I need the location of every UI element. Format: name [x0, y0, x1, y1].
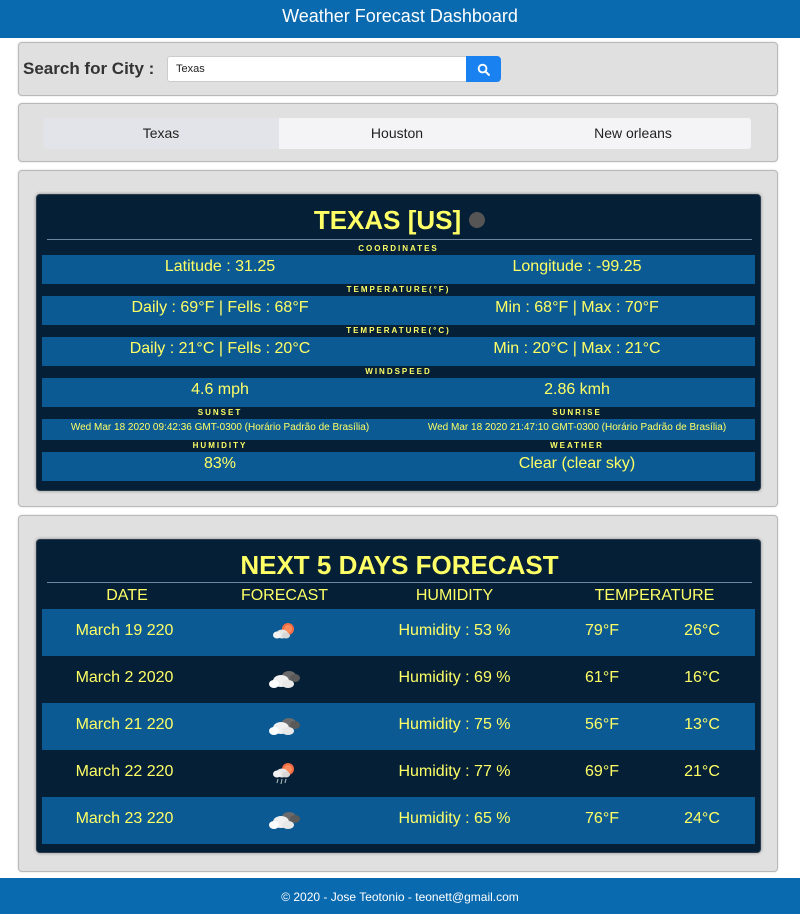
weather-label: WEATHER: [550, 441, 604, 450]
forecast-row: March 23 220 Humidity : 65 % 76°F 24°C: [42, 797, 755, 844]
forecast-temp-c: 24°C: [684, 810, 720, 827]
forecast-temp-c: 16°C: [684, 669, 720, 686]
city-title: TEXAS [US]: [47, 205, 752, 236]
footer-text: © 2020 - Jose Teotonio - teonett@gmail.c…: [281, 890, 519, 904]
forecast-humidity: Humidity : 53 %: [398, 622, 511, 639]
footer: © 2020 - Jose Teotonio - teonett@gmail.c…: [0, 878, 800, 914]
forecast-date: March 23 220: [75, 810, 174, 827]
forecast-date: March 19 220: [75, 622, 174, 639]
temperature-c-row: Daily : 21°C | Fells : 20°C Min : 20°C |…: [42, 337, 755, 366]
city-tabs-panel: Texas Houston New orleans: [18, 103, 778, 162]
temperature-f-minmax: Min : 68°F | Max : 70°F: [495, 299, 659, 316]
forecast-humidity: Humidity : 75 %: [398, 716, 511, 733]
forecast-card: NEXT 5 DAYS FORECAST DATE FORECAST HUMID…: [36, 539, 761, 853]
temperature-f-daily: Daily : 69°F | Fells : 68°F: [131, 299, 309, 316]
tab-texas[interactable]: Texas: [43, 118, 279, 149]
sunrise-value: Wed Mar 18 2020 21:47:10 GMT-0300 (Horár…: [427, 422, 727, 433]
forecast-temp-c: 26°C: [684, 622, 720, 639]
coordinates-label: COORDINATES: [358, 244, 439, 253]
forecast-temp-f: 76°F: [585, 810, 619, 827]
moon-icon: [469, 212, 486, 229]
sunrise-label: SUNRISE: [552, 408, 602, 417]
forecast-title: NEXT 5 DAYS FORECAST: [240, 550, 559, 580]
temperature-f-label: TEMPERATURE(°F): [346, 285, 451, 294]
page-title: Weather Forecast Dashboard: [282, 6, 518, 26]
humidity-label: HUMIDITY: [192, 441, 248, 450]
forecast-row: March 2 2020 Humidity : 69 % 61°F 16°C: [42, 656, 755, 703]
search-icon: [477, 63, 490, 76]
search-input[interactable]: [167, 56, 467, 82]
current-weather-card: TEXAS [US] COORDINATES Latitude : 31.25 …: [36, 194, 761, 491]
longitude-value: Longitude : -99.25: [512, 258, 642, 275]
search-button[interactable]: [466, 56, 501, 82]
cloudy-icon: [269, 671, 300, 688]
latitude-value: Latitude : 31.25: [164, 258, 276, 275]
forecast-temp-c: 21°C: [684, 763, 720, 780]
forecast-row: March 22 220 Humidity : 77 % 69°F 21°C: [42, 750, 755, 797]
forecast-temp-c: 13°C: [684, 716, 720, 733]
column-header-date: DATE: [106, 587, 148, 604]
forecast-humidity: Humidity : 65 %: [398, 810, 511, 827]
forecast-row: March 21 220 Humidity : 75 % 56°F 13°C: [42, 703, 755, 750]
column-header-forecast: FORECAST: [240, 587, 329, 604]
forecast-date: March 22 220: [75, 763, 174, 780]
coordinates-row: Latitude : 31.25 Longitude : -99.25: [42, 255, 755, 284]
sunset-value: Wed Mar 18 2020 09:42:36 GMT-0300 (Horár…: [70, 422, 370, 433]
tab-houston[interactable]: Houston: [279, 118, 515, 149]
forecast-panel: NEXT 5 DAYS FORECAST DATE FORECAST HUMID…: [18, 515, 778, 872]
divider: [47, 239, 752, 240]
temperature-f-row: Daily : 69°F | Fells : 68°F Min : 68°F |…: [42, 296, 755, 325]
forecast-temp-f: 56°F: [585, 716, 619, 733]
sunset-label: SUNSET: [197, 408, 243, 417]
column-header-temperature: TEMPERATURE: [594, 587, 715, 604]
column-header-humidity: HUMIDITY: [415, 587, 494, 604]
divider: [47, 582, 752, 583]
search-label: Search for City :: [23, 59, 155, 78]
forecast-date: March 21 220: [75, 716, 174, 733]
windspeed-kmh: 2.86 kmh: [544, 381, 610, 398]
humidity-weather-row: 83% Clear (clear sky): [42, 452, 755, 481]
sun-cloud-icon: [273, 623, 294, 639]
windspeed-row: 4.6 mph 2.86 kmh: [42, 378, 755, 407]
forecast-temp-f: 61°F: [585, 669, 619, 686]
windspeed-mph: 4.6 mph: [191, 381, 249, 398]
sun-times-row: Wed Mar 18 2020 09:42:36 GMT-0300 (Horár…: [42, 419, 755, 440]
cloudy-icon: [269, 718, 300, 735]
weather-value: Clear (clear sky): [518, 455, 636, 472]
temperature-c-label: TEMPERATURE(°C): [346, 326, 451, 335]
forecast-humidity: Humidity : 77 %: [398, 763, 511, 780]
sun-rain-icon: [273, 763, 294, 785]
temperature-c-daily: Daily : 21°C | Fells : 20°C: [129, 340, 311, 357]
humidity-value: 83%: [203, 455, 237, 472]
forecast-row: March 19 220 Humidity : 53 % 79°F 26°C: [42, 609, 755, 656]
search-panel: Search for City :: [18, 42, 778, 96]
city-name: TEXAS [US]: [313, 205, 462, 235]
app-header: Weather Forecast Dashboard: [0, 0, 800, 38]
current-weather-panel: TEXAS [US] COORDINATES Latitude : 31.25 …: [18, 170, 778, 507]
forecast-temp-f: 79°F: [585, 622, 619, 639]
tab-new-orleans[interactable]: New orleans: [515, 118, 751, 149]
windspeed-label: WINDSPEED: [365, 367, 432, 376]
forecast-temp-f: 69°F: [585, 763, 619, 780]
forecast-humidity: Humidity : 69 %: [398, 669, 511, 686]
forecast-date: March 2 2020: [75, 669, 174, 686]
temperature-c-minmax: Min : 20°C | Max : 21°C: [493, 340, 661, 357]
cloudy-icon: [269, 812, 300, 829]
